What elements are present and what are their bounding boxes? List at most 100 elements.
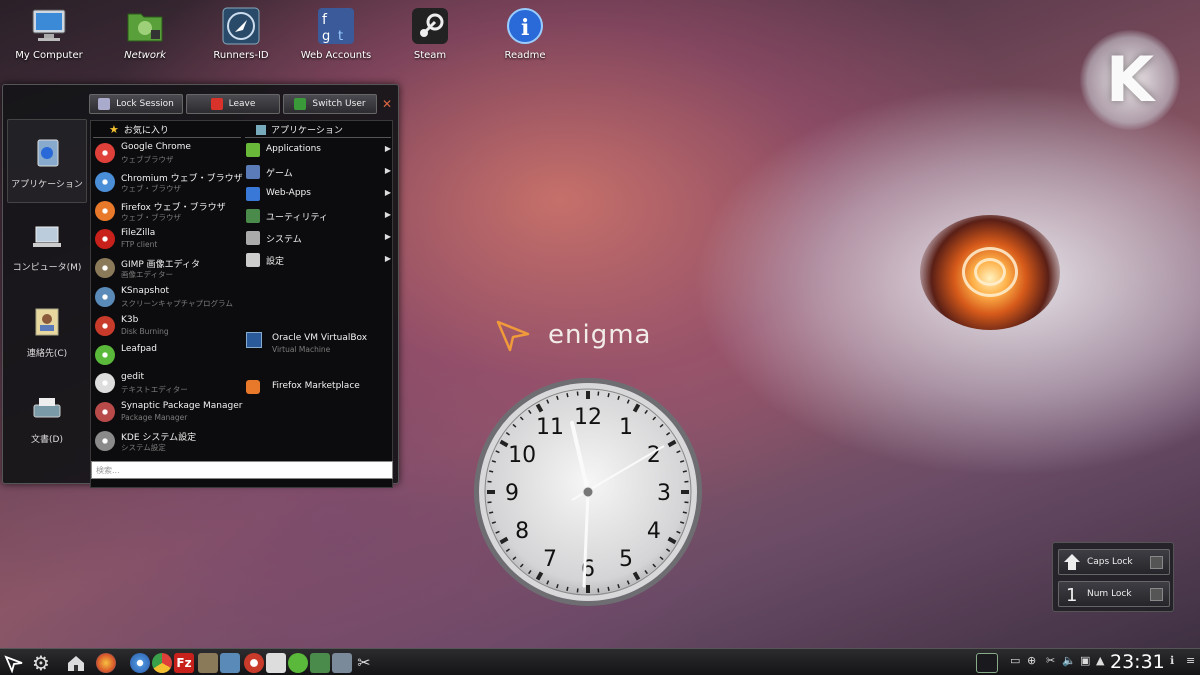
app-category-item[interactable]: ユーティリティ ▶	[246, 207, 391, 227]
favorite-item-label: KSnapshot	[121, 286, 169, 296]
app-category-item[interactable]: Applications ▶	[246, 141, 391, 161]
gimp-taskbar-icon[interactable]	[198, 653, 218, 673]
expand-tray-icon[interactable]: ▲	[1096, 654, 1104, 667]
caps-lock-toggle[interactable]: Caps Lock	[1058, 549, 1170, 575]
lock-session-button[interactable]: Lock Session	[89, 94, 183, 114]
submenu-arrow-icon: ▶	[384, 144, 391, 153]
enigma-text: enigma	[548, 320, 652, 350]
web-accounts-icon: fgt	[316, 6, 356, 46]
applications-icon	[37, 139, 59, 167]
desktop-icon-my-computer[interactable]: My Computer	[4, 6, 94, 61]
app-category-item[interactable]: Web-Apps ▶	[246, 185, 391, 205]
notifications-icon[interactable]: ℹ	[1170, 654, 1174, 667]
leafpad-taskbar-icon[interactable]	[288, 653, 308, 673]
ksnapshot-taskbar-icon[interactable]	[220, 653, 240, 673]
submenu-arrow-icon: ▶	[384, 188, 391, 197]
sidebar-item-documents[interactable]: 文書(D)	[7, 391, 87, 445]
volume-tray-icon[interactable]: 🔈	[1062, 654, 1076, 667]
favorite-item-label: Google Chrome	[121, 142, 191, 152]
chromium-taskbar-icon[interactable]	[130, 653, 150, 673]
sidebar-item-contacts[interactable]: 連絡先(C)	[7, 305, 87, 359]
analog-clock-widget[interactable]: 12 1234567891011	[472, 376, 704, 608]
favorite-item[interactable]: Synaptic Package Manager Package Manager	[95, 400, 243, 428]
application-launcher-menu: Lock Session Leave Switch User ✕ アプリケーショ…	[2, 84, 399, 488]
favorite-item[interactable]: KSnapshot スクリーンキャプチャプログラム	[95, 285, 243, 313]
chrome-taskbar-icon[interactable]	[152, 653, 172, 673]
laptop-icon	[33, 226, 61, 247]
app-category-label: Web-Apps	[266, 188, 311, 198]
keyboard-lock-widget: Caps Lock 1 Num Lock	[1052, 542, 1174, 612]
favorite-item[interactable]: gedit テキストエディター	[95, 371, 243, 399]
device-tray-icon[interactable]: ▣	[1080, 654, 1090, 667]
submenu-arrow-icon: ▶	[384, 210, 391, 219]
sidebar-item-computer[interactable]: コンピュータ(M)	[7, 219, 87, 273]
clock-number: 8	[515, 519, 529, 544]
settings-gear-icon[interactable]: ⚙	[31, 653, 51, 673]
runners-id-icon	[221, 6, 261, 46]
desktop-icon-network[interactable]: Network	[100, 6, 190, 61]
sidebar-item-applications[interactable]: アプリケーション	[7, 119, 87, 203]
desktop-icon-web-accounts[interactable]: fgt Web Accounts	[291, 6, 381, 61]
panel-tools-icon[interactable]: ≡	[1186, 654, 1195, 667]
k3b-taskbar-icon[interactable]	[244, 653, 264, 673]
favorite-item[interactable]: FileZilla FTP client	[95, 227, 243, 255]
app-category-icon	[246, 165, 260, 179]
app-item-virtualbox[interactable]: Oracle VM VirtualBox Virtual Machine	[246, 330, 391, 358]
leave-button[interactable]: Leave	[186, 94, 280, 114]
num-lock-label: Num Lock	[1087, 589, 1132, 599]
menu-search-input[interactable]: 検索...	[91, 461, 393, 479]
firefox-taskbar-icon[interactable]	[96, 653, 116, 673]
caps-lock-checkbox[interactable]	[1150, 556, 1163, 569]
favorite-item-desc: ウェブブラウザ	[121, 155, 174, 164]
app-category-item[interactable]: 設定 ▶	[246, 251, 391, 271]
sidebar-item-label: コンピュータ(M)	[12, 263, 82, 273]
menu-close-icon[interactable]: ✕	[380, 97, 394, 111]
lock-icon	[98, 98, 111, 110]
desktop-icon-label: My Computer	[15, 50, 83, 61]
menu-sidebar: アプリケーション コンピュータ(M) 連絡先(C) 文書(D)	[7, 119, 87, 479]
favorite-item[interactable]: KDE システム設定 システム設定	[95, 429, 243, 457]
filezilla-taskbar-icon[interactable]: Fz	[174, 653, 194, 673]
launcher-menu-icon[interactable]	[4, 653, 24, 673]
system-taskbar-icon[interactable]	[332, 653, 352, 673]
switch-user-button[interactable]: Switch User	[283, 94, 377, 114]
app-item-firefox-marketplace[interactable]: Firefox Marketplace	[246, 378, 391, 398]
marketplace-icon	[246, 380, 260, 394]
favorite-item[interactable]: Chromium ウェブ・ブラウザ ウェブ・ブラウザ	[95, 170, 243, 198]
sidebar-item-label: 連絡先(C)	[26, 349, 68, 359]
app-category-label: ユーティリティ	[266, 213, 328, 223]
home-icon[interactable]	[66, 653, 86, 673]
app-category-item[interactable]: システム ▶	[246, 229, 391, 249]
favorite-item[interactable]: GIMP 画像エディタ 画像エディター	[95, 256, 243, 284]
clock-number: 9	[505, 481, 519, 506]
favorites-header: ★ お気に入り	[109, 123, 169, 136]
favorite-item[interactable]: Google Chrome ウェブブラウザ	[95, 141, 243, 169]
desktop-icon-readme[interactable]: i Readme	[480, 6, 570, 61]
desktop-icon-runners-id[interactable]: Runners-ID	[196, 6, 286, 61]
digital-clock[interactable]: 23:31	[1110, 651, 1165, 673]
tools-taskbar-icon[interactable]: ✂	[354, 653, 374, 673]
terminal-tray-icon[interactable]	[976, 653, 998, 673]
favorite-item[interactable]: Leafpad	[95, 343, 243, 371]
favorite-item[interactable]: K3b Disk Burning	[95, 314, 243, 342]
favorite-item-desc: FTP client	[121, 240, 158, 250]
battery-tray-icon[interactable]: ▭	[1010, 654, 1020, 667]
desktop-icon-steam[interactable]: Steam	[385, 6, 475, 61]
svg-text:g: g	[322, 29, 330, 44]
app-item-label: Oracle VM VirtualBox	[272, 333, 368, 343]
network-tray-icon[interactable]: ⊕	[1027, 654, 1036, 667]
clock-number: 7	[543, 547, 557, 572]
submenu-arrow-icon: ▶	[384, 166, 391, 175]
num-lock-toggle[interactable]: 1 Num Lock	[1058, 581, 1170, 607]
utility-taskbar-icon[interactable]	[310, 653, 330, 673]
app-category-item[interactable]: ゲーム ▶	[246, 163, 391, 183]
num-lock-checkbox[interactable]	[1150, 588, 1163, 601]
computer-icon	[29, 6, 69, 46]
taskbar: ⚙ Fz ✂ ▭ ⊕ ✂ 🔈 ▣ ▲ 23:31 ℹ ≡	[0, 648, 1200, 675]
gedit-taskbar-icon[interactable]	[266, 653, 286, 673]
favorite-app-icon	[95, 143, 115, 163]
clipboard-tray-icon[interactable]: ✂	[1046, 654, 1055, 667]
applications-header-icon	[256, 124, 266, 135]
favorite-item[interactable]: Firefox ウェブ・ブラウザ ウェブ・ブラウザ	[95, 199, 243, 227]
desktop-icon-label: Runners-ID	[213, 50, 269, 61]
